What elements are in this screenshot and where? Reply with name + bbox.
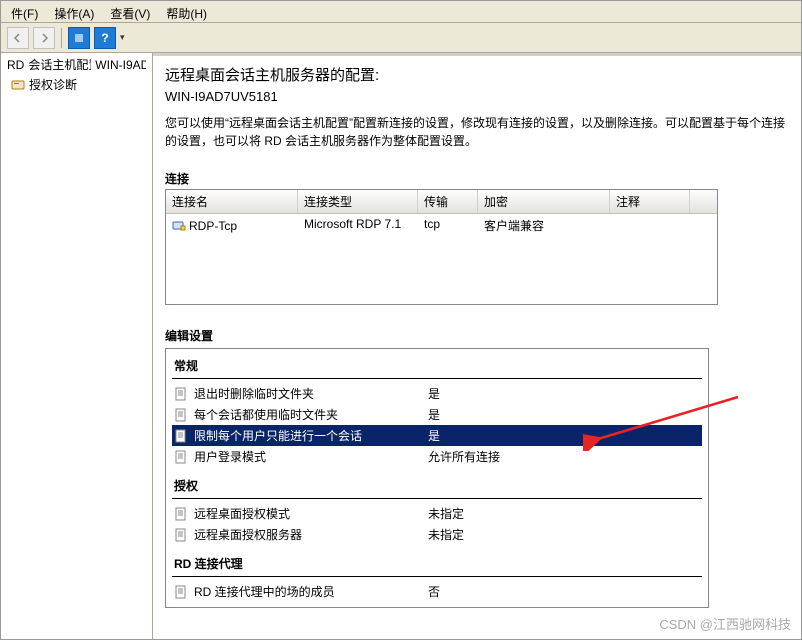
setting-label: 限制每个用户只能进行一个会话 <box>194 427 422 444</box>
svg-text:?: ? <box>101 32 108 44</box>
menu-help[interactable]: 帮助(H) <box>160 3 213 20</box>
menu-view[interactable]: 查看(V) <box>104 3 156 20</box>
section-settings: 编辑设置 <box>165 327 789 344</box>
tree-host-name: WIN-I9AD7 <box>95 58 146 72</box>
setting-label: 远程桌面授权模式 <box>194 505 422 522</box>
col-name[interactable]: 连接名 <box>166 190 298 213</box>
setting-one-session[interactable]: 限制每个用户只能进行一个会话 是 <box>172 425 702 446</box>
setting-value: 是 <box>428 427 700 444</box>
doc-icon <box>174 387 188 401</box>
conn-type: Microsoft RDP 7.1 <box>298 215 418 236</box>
group-license: 授权 <box>172 473 702 499</box>
page-desc: 您可以使用“远程桌面会话主机配置”配置新连接的设置，修改现有连接的设置，以及删除… <box>165 114 789 150</box>
toolbar-overflow[interactable]: ▾ <box>120 32 128 43</box>
setting-each-temp[interactable]: 每个会话都使用临时文件夹 是 <box>172 404 702 425</box>
setting-del-temp[interactable]: 退出时删除临时文件夹 是 <box>172 383 702 404</box>
col-type[interactable]: 连接类型 <box>298 190 418 213</box>
doc-icon <box>174 507 188 521</box>
setting-lic-srv[interactable]: 远程桌面授权服务器 未指定 <box>172 524 702 545</box>
page-host: WIN-I9AD7UV5181 <box>165 89 789 104</box>
menubar: 件(F) 操作(A) 查看(V) 帮助(H) <box>1 1 801 23</box>
setting-label: 远程桌面授权服务器 <box>194 526 422 543</box>
left-tree: RD 会话主机配置: WIN-I9AD7 授权诊断 <box>1 53 153 639</box>
settings-panel: 常规 退出时删除临时文件夹 是 每个会话都使用临时文件夹 是 限制每个用户只能进… <box>165 348 709 608</box>
setting-login-mode[interactable]: 用户登录模式 允许所有连接 <box>172 446 702 467</box>
col-note[interactable]: 注释 <box>610 190 690 213</box>
conn-header: 连接名 连接类型 传输 加密 注释 <box>166 190 717 214</box>
toolbar: ? ▾ <box>1 23 801 53</box>
conn-name: RDP-Tcp <box>189 219 237 233</box>
setting-value: 否 <box>428 583 700 600</box>
setting-value: 是 <box>428 385 700 402</box>
nav-back-button[interactable] <box>7 27 29 49</box>
right-pane: 远程桌面会话主机服务器的配置: WIN-I9AD7UV5181 您可以使用“远程… <box>153 53 801 639</box>
menu-action[interactable]: 操作(A) <box>48 3 100 20</box>
section-conn: 连接 <box>165 170 789 187</box>
tree-diag-label: 授权诊断 <box>29 76 77 93</box>
doc-icon <box>174 408 188 422</box>
doc-icon <box>174 429 188 443</box>
tree-host-label: 会话主机配置: <box>28 56 91 73</box>
setting-value: 允许所有连接 <box>428 448 700 465</box>
setting-label: RD 连接代理中的场的成员 <box>194 583 422 600</box>
setting-label: 每个会话都使用临时文件夹 <box>194 406 422 423</box>
setting-broker-mem[interactable]: RD 连接代理中的场的成员 否 <box>172 581 702 602</box>
setting-lic-mode[interactable]: 远程桌面授权模式 未指定 <box>172 503 702 524</box>
setting-label: 退出时删除临时文件夹 <box>194 385 422 402</box>
tree-row-host[interactable]: RD 会话主机配置: WIN-I9AD7 <box>5 55 148 74</box>
page-title: 远程桌面会话主机服务器的配置: <box>165 64 789 85</box>
rdp-icon <box>172 219 186 233</box>
group-broker: RD 连接代理 <box>172 551 702 577</box>
col-enc[interactable]: 加密 <box>478 190 610 213</box>
conn-note <box>610 215 690 236</box>
setting-label: 用户登录模式 <box>194 448 422 465</box>
tree-host-prefix: RD <box>7 58 24 72</box>
conn-row-rdp[interactable]: RDP-Tcp Microsoft RDP 7.1 tcp 客户端兼容 <box>166 214 717 237</box>
menu-file[interactable]: 件(F) <box>5 3 44 20</box>
col-trans[interactable]: 传输 <box>418 190 478 213</box>
nav-fwd-button[interactable] <box>33 27 55 49</box>
setting-value: 是 <box>428 406 700 423</box>
diag-icon <box>11 78 25 92</box>
toolbar-separator <box>61 28 62 48</box>
group-general: 常规 <box>172 353 702 379</box>
help-button[interactable]: ? <box>94 27 116 49</box>
connection-table: 连接名 连接类型 传输 加密 注释 RDP-Tcp Microsoft RDP … <box>165 189 718 305</box>
setting-value: 未指定 <box>428 526 700 543</box>
conn-trans: tcp <box>418 215 478 236</box>
tree-row-diag[interactable]: 授权诊断 <box>5 75 148 94</box>
conn-enc: 客户端兼容 <box>478 215 610 236</box>
toolbar-btn-1[interactable] <box>68 27 90 49</box>
doc-icon <box>174 450 188 464</box>
doc-icon <box>174 528 188 542</box>
setting-value: 未指定 <box>428 505 700 522</box>
doc-icon <box>174 585 188 599</box>
